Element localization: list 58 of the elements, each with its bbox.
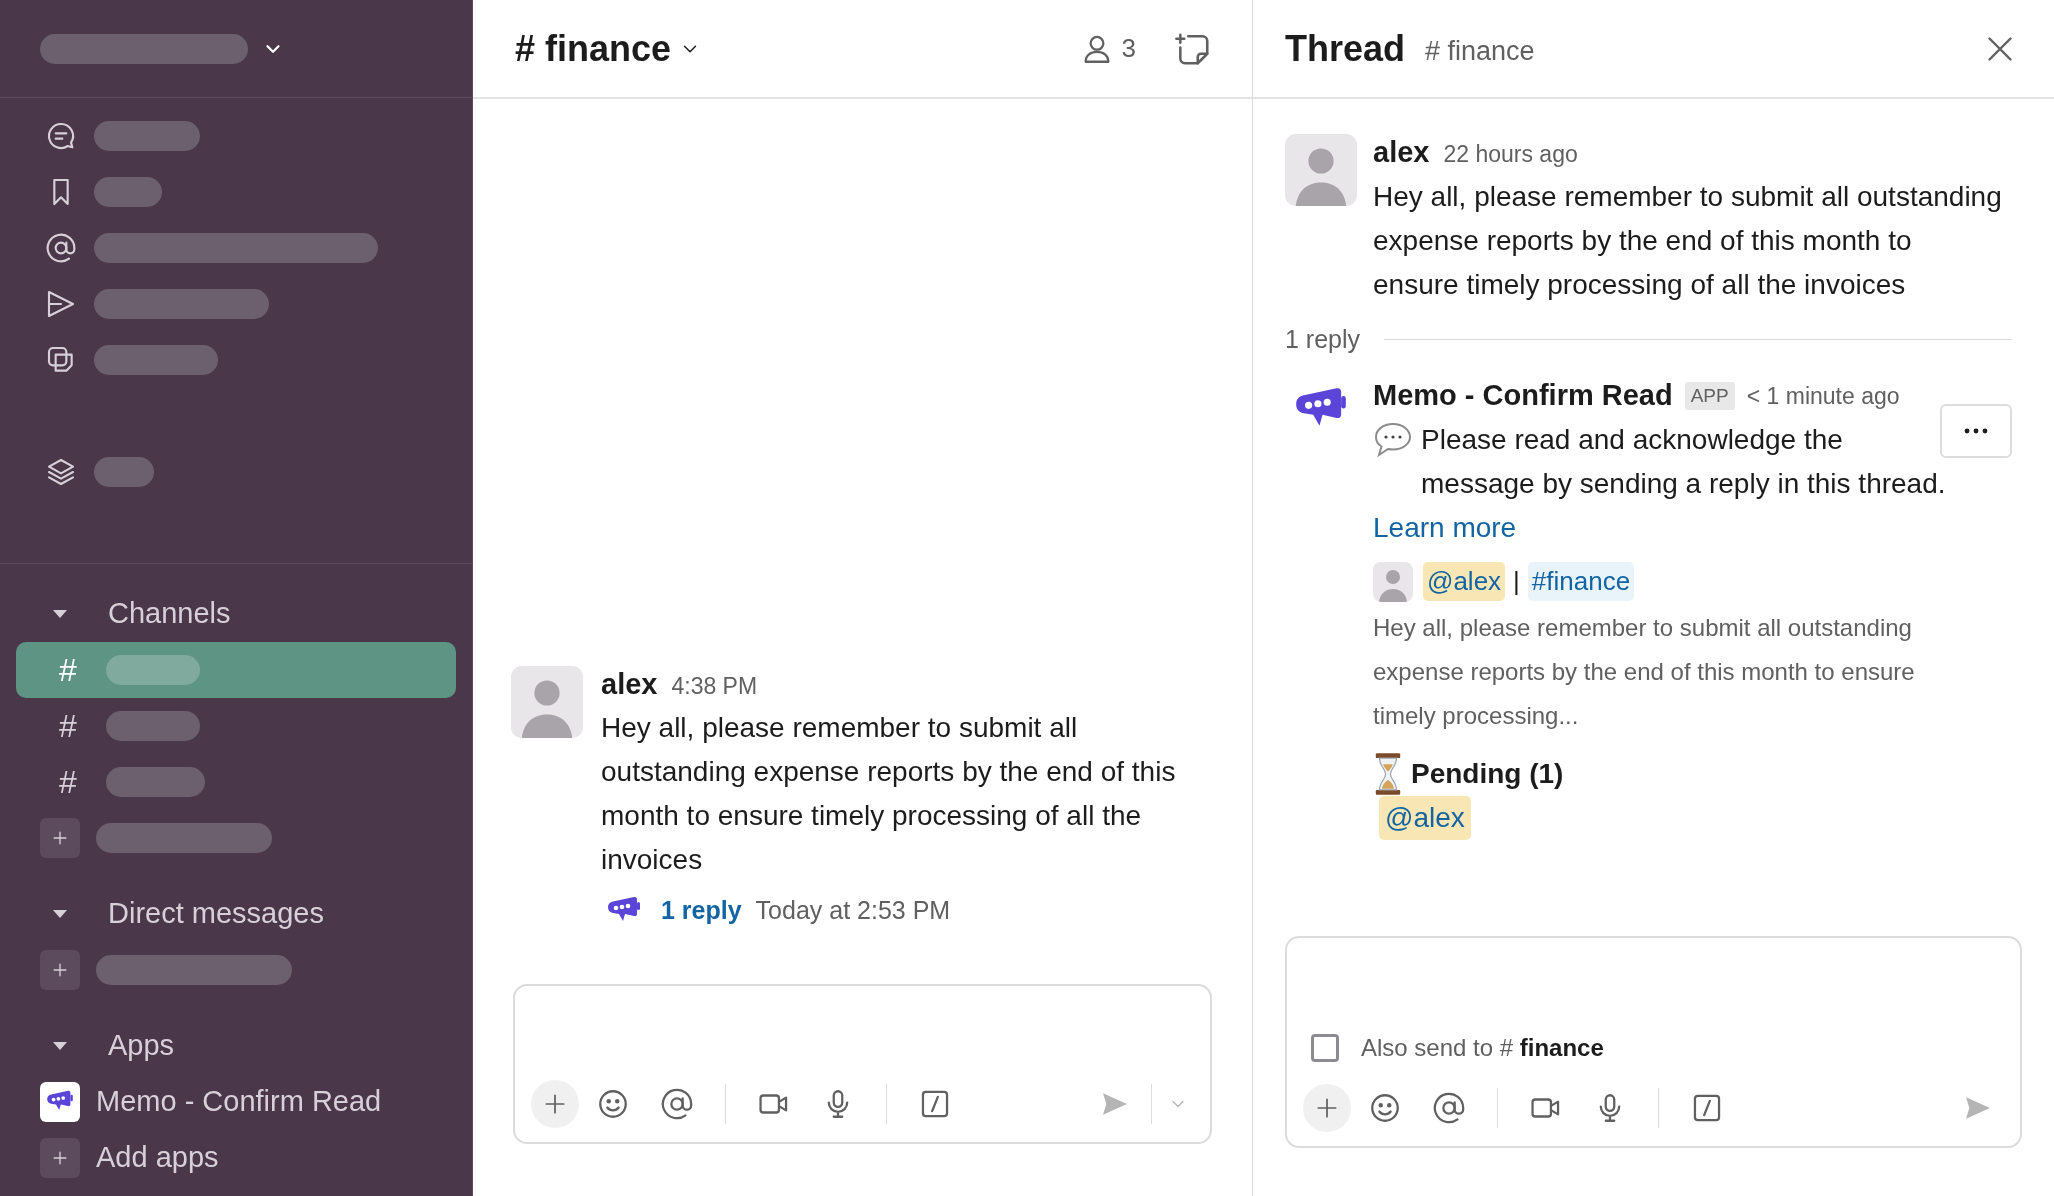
- also-send-label[interactable]: Also send to # finance: [1361, 1030, 1604, 1066]
- section-header[interactable]: Apps: [108, 1024, 175, 1068]
- author-name[interactable]: alex: [601, 662, 658, 706]
- attach-button[interactable]: [531, 1080, 579, 1128]
- members-button[interactable]: 3: [1079, 29, 1136, 68]
- checkbox[interactable]: [1311, 1034, 1339, 1062]
- message-text: Please read and acknowledge the message by sending a reply in this thread.: [1421, 422, 1947, 501]
- avatar-silhouette[interactable]: [1373, 561, 1413, 602]
- section-header[interactable]: Channels: [108, 592, 231, 636]
- channel-title[interactable]: # finance: [515, 21, 702, 76]
- replies-link[interactable]: 1 reply: [661, 892, 742, 930]
- reply-count: 1 reply: [1285, 323, 1361, 355]
- app-name: Memo - Confirm Read: [96, 1084, 382, 1120]
- channel-name[interactable]: # finance: [1425, 31, 1535, 72]
- app-badge: APP: [1684, 381, 1735, 410]
- ellipsis-icon: [1964, 428, 1988, 434]
- smiley-icon: [596, 1087, 630, 1121]
- sidebar-link[interactable]: Add apps: [96, 1136, 219, 1180]
- channel-item[interactable]: #: [16, 754, 456, 810]
- message-composer[interactable]: Also send to # finance: [1285, 936, 2022, 1148]
- attach-button[interactable]: [1303, 1084, 1351, 1132]
- author-name[interactable]: alex: [1373, 131, 1430, 175]
- threads-icon: [45, 120, 77, 152]
- section-header[interactable]: Direct messages: [108, 892, 324, 936]
- author-name[interactable]: Memo - Confirm Read: [1373, 374, 1673, 418]
- add-button[interactable]: [40, 950, 80, 990]
- pending-title: Pending (1): [1411, 756, 1564, 791]
- smiley-icon: [1368, 1091, 1402, 1125]
- learn-more-link[interactable]: Learn more: [1373, 505, 1517, 550]
- layers-icon: [45, 456, 77, 488]
- message-text: Hey all, please remember to submit all outstanding expense reports by the end of this month to ensure timely processing of all the invoices: [601, 711, 1177, 877]
- user-mention[interactable]: @alex: [1379, 795, 1471, 840]
- hash-label: #: [58, 763, 78, 802]
- quoted-text: Hey all, please remember to submit all outstanding expense reports by the end of this month to ensure timely processing...: [1373, 612, 1916, 731]
- channel-item[interactable]: #: [16, 698, 456, 754]
- redacted-bar: [94, 177, 162, 207]
- avatar-silhouette[interactable]: [1285, 134, 1357, 206]
- hash-label: #: [58, 707, 78, 746]
- avatar-silhouette[interactable]: [511, 665, 583, 738]
- hourglass-icon: [1373, 751, 1403, 796]
- at-sign-icon: [45, 232, 77, 264]
- send-icon: [45, 288, 77, 320]
- add-button[interactable]: [40, 1138, 80, 1178]
- app-item[interactable]: Memo - Confirm Read: [16, 1074, 456, 1130]
- separator: |: [1513, 565, 1520, 598]
- timestamp[interactable]: 4:38 PM: [671, 668, 758, 703]
- panel-title: Thread: [1285, 26, 1406, 71]
- add-button[interactable]: [40, 818, 80, 858]
- timestamp[interactable]: 22 hours ago: [1443, 137, 1578, 172]
- hash-label: #: [58, 651, 78, 690]
- message-text: Hey all, please remember to submit all outstanding expense reports by the end of this month to ensure timely processing of all the invoices: [1373, 179, 2003, 302]
- user-mention[interactable]: @alex: [1423, 562, 1506, 601]
- redacted-bar: [94, 457, 154, 487]
- channel-mention[interactable]: #finance: [1527, 562, 1635, 601]
- timestamp[interactable]: < 1 minute ago: [1746, 378, 1900, 413]
- at-sign-icon: [660, 1087, 694, 1121]
- last-reply-time: Today at 2:53 PM: [755, 895, 951, 927]
- at-sign-icon: [1432, 1091, 1466, 1125]
